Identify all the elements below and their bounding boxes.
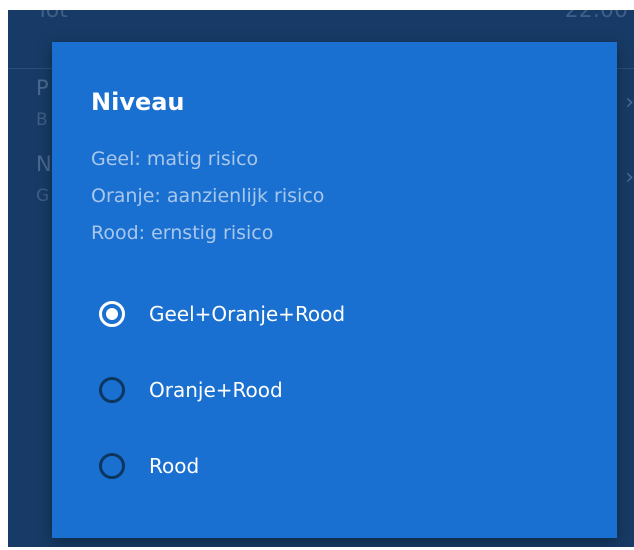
option-rood[interactable]: Rood [99, 442, 569, 490]
radio-unselected-icon[interactable] [99, 453, 125, 479]
background-item1-sub-initial: B [36, 110, 48, 130]
option-oranje-rood[interactable]: Oranje+Rood [99, 366, 569, 414]
chevron-right-icon: › [625, 90, 634, 115]
radio-selected-icon[interactable] [99, 301, 125, 327]
dialog-title: Niveau [91, 88, 185, 116]
description-oranje: Oranje: aanzienlijk risico [91, 185, 325, 207]
background-item1-initial[interactable]: P [36, 76, 49, 100]
description-rood: Rood: ernstig risico [91, 222, 274, 244]
background-item2-initial[interactable]: N [36, 152, 52, 176]
background-screen: Tot 22:00 P B › N G › Niveau Geel: matig… [8, 10, 634, 547]
background-row-label: Tot [36, 10, 68, 23]
description-geel: Geel: matig risico [91, 148, 259, 170]
option-label: Oranje+Rood [149, 378, 283, 402]
radio-unselected-icon[interactable] [99, 377, 125, 403]
background-row-time: 22:00 [564, 10, 628, 23]
option-label: Geel+Oranje+Rood [149, 302, 346, 326]
option-label: Rood [149, 454, 200, 478]
option-geel-oranje-rood[interactable]: Geel+Oranje+Rood [99, 290, 569, 338]
background-item2-sub-initial: G [36, 186, 50, 206]
chevron-right-icon: › [625, 165, 634, 190]
niveau-dialog: Niveau Geel: matig risico Oranje: aanzie… [52, 42, 617, 538]
